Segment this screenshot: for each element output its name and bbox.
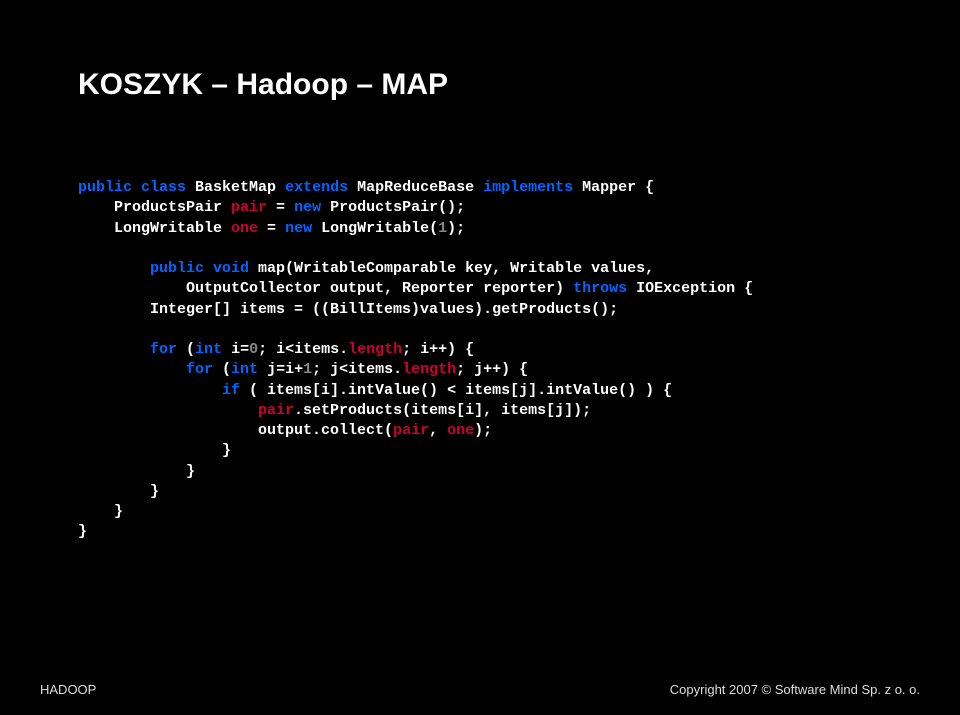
code-line: output.collect(pair, one); xyxy=(78,422,492,439)
code-line: } xyxy=(78,503,123,520)
code-line: } xyxy=(78,442,231,459)
footer: HADOOP Copyright 2007 © Software Mind Sp… xyxy=(0,682,960,697)
slide-title: KOSZYK – Hadoop – MAP xyxy=(78,68,448,102)
code-line: } xyxy=(78,463,195,480)
code-line: OutputCollector output, Reporter reporte… xyxy=(78,280,753,297)
code-line: LongWritable one = new LongWritable(1); xyxy=(78,220,465,237)
code-line: } xyxy=(78,483,159,500)
code-line: if ( items[i].intValue() < items[j].intV… xyxy=(78,382,672,399)
code-line: Integer[] items = ((BillItems)values).ge… xyxy=(78,301,618,318)
code-block: public class BasketMap extends MapReduce… xyxy=(78,178,900,543)
code-line: ProductsPair pair = new ProductsPair(); xyxy=(78,199,465,216)
code-line: for (int i=0; i<items.length; i++) { xyxy=(78,341,474,358)
code-line: public class BasketMap extends MapReduce… xyxy=(78,179,654,196)
code-line: public void map(WritableComparable key, … xyxy=(78,260,654,277)
slide: KOSZYK – Hadoop – MAP public class Baske… xyxy=(0,0,960,715)
footer-left: HADOOP xyxy=(40,682,96,697)
code-line: for (int j=i+1; j<items.length; j++) { xyxy=(78,361,528,378)
code-line: pair.setProducts(items[i], items[j]); xyxy=(78,402,591,419)
footer-right: Copyright 2007 © Software Mind Sp. z o. … xyxy=(670,682,920,697)
code-line: } xyxy=(78,523,87,540)
